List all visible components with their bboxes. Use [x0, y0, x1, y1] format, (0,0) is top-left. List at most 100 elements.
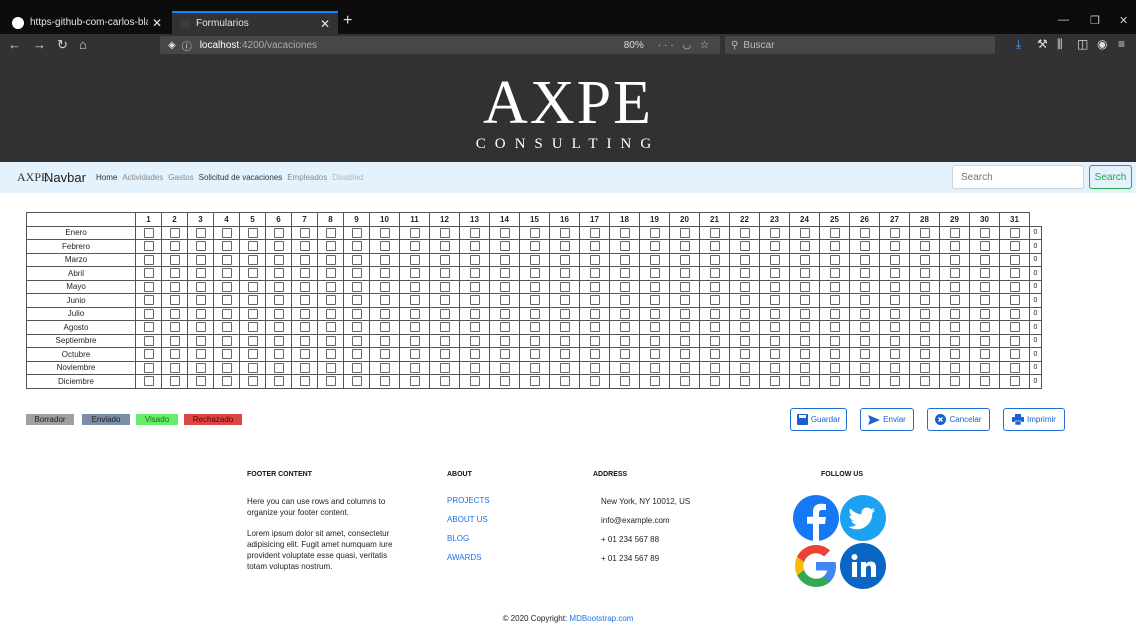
day-checkbox[interactable] — [273, 349, 284, 360]
day-checkbox[interactable] — [799, 349, 810, 360]
day-checkbox[interactable] — [769, 268, 780, 279]
day-checkbox[interactable] — [679, 227, 690, 238]
day-checkbox[interactable] — [769, 241, 780, 252]
day-checkbox[interactable] — [979, 281, 990, 292]
day-checkbox[interactable] — [889, 268, 900, 279]
day-checkbox[interactable] — [919, 376, 930, 387]
day-checkbox[interactable] — [649, 227, 660, 238]
day-checkbox[interactable] — [439, 241, 450, 252]
day-checkbox[interactable] — [769, 281, 780, 292]
day-checkbox[interactable] — [351, 362, 362, 373]
day-checkbox[interactable] — [889, 308, 900, 319]
day-checkbox[interactable] — [859, 241, 870, 252]
day-checkbox[interactable] — [589, 335, 600, 346]
day-checkbox[interactable] — [499, 376, 510, 387]
day-checkbox[interactable] — [1009, 308, 1020, 319]
day-checkbox[interactable] — [221, 268, 232, 279]
day-checkbox[interactable] — [469, 376, 480, 387]
send-button[interactable]: Enviar — [860, 408, 914, 431]
day-checkbox[interactable] — [325, 281, 336, 292]
day-checkbox[interactable] — [709, 308, 720, 319]
day-checkbox[interactable] — [469, 295, 480, 306]
day-checkbox[interactable] — [559, 349, 570, 360]
day-checkbox[interactable] — [499, 349, 510, 360]
page-actions-icon[interactable]: ··· ◡ ☆ — [658, 40, 712, 51]
day-checkbox[interactable] — [195, 281, 206, 292]
day-checkbox[interactable] — [169, 322, 180, 333]
reload-icon[interactable]: ↻ — [57, 37, 68, 53]
day-checkbox[interactable] — [351, 376, 362, 387]
day-checkbox[interactable] — [559, 254, 570, 265]
day-checkbox[interactable] — [979, 227, 990, 238]
day-checkbox[interactable] — [221, 241, 232, 252]
day-checkbox[interactable] — [679, 349, 690, 360]
day-checkbox[interactable] — [529, 335, 540, 346]
day-checkbox[interactable] — [589, 268, 600, 279]
day-checkbox[interactable] — [469, 281, 480, 292]
library-icon[interactable]: ⫼ — [1057, 37, 1063, 52]
day-checkbox[interactable] — [739, 295, 750, 306]
day-checkbox[interactable] — [439, 308, 450, 319]
day-checkbox[interactable] — [619, 376, 630, 387]
day-checkbox[interactable] — [273, 241, 284, 252]
day-checkbox[interactable] — [529, 362, 540, 373]
day-checkbox[interactable] — [439, 362, 450, 373]
day-checkbox[interactable] — [299, 281, 310, 292]
day-checkbox[interactable] — [529, 254, 540, 265]
day-checkbox[interactable] — [919, 227, 930, 238]
nav-link-0[interactable]: Home — [96, 173, 117, 182]
forward-icon[interactable]: → — [33, 37, 46, 52]
day-checkbox[interactable] — [979, 241, 990, 252]
day-checkbox[interactable] — [649, 241, 660, 252]
day-checkbox[interactable] — [299, 241, 310, 252]
day-checkbox[interactable] — [409, 376, 420, 387]
day-checkbox[interactable] — [589, 281, 600, 292]
day-checkbox[interactable] — [619, 322, 630, 333]
day-checkbox[interactable] — [679, 322, 690, 333]
day-checkbox[interactable] — [325, 362, 336, 373]
day-checkbox[interactable] — [979, 376, 990, 387]
day-checkbox[interactable] — [679, 376, 690, 387]
day-checkbox[interactable] — [829, 335, 840, 346]
day-checkbox[interactable] — [499, 254, 510, 265]
day-checkbox[interactable] — [919, 349, 930, 360]
day-checkbox[interactable] — [769, 335, 780, 346]
day-checkbox[interactable] — [949, 308, 960, 319]
cancel-button[interactable]: Cancelar — [927, 408, 990, 431]
day-checkbox[interactable] — [829, 281, 840, 292]
day-checkbox[interactable] — [325, 335, 336, 346]
day-checkbox[interactable] — [221, 335, 232, 346]
day-checkbox[interactable] — [499, 308, 510, 319]
day-checkbox[interactable] — [247, 308, 258, 319]
day-checkbox[interactable] — [889, 241, 900, 252]
day-checkbox[interactable] — [299, 376, 310, 387]
day-checkbox[interactable] — [195, 349, 206, 360]
day-checkbox[interactable] — [299, 335, 310, 346]
day-checkbox[interactable] — [949, 322, 960, 333]
day-checkbox[interactable] — [469, 254, 480, 265]
day-checkbox[interactable] — [169, 362, 180, 373]
day-checkbox[interactable] — [469, 362, 480, 373]
day-checkbox[interactable] — [529, 227, 540, 238]
day-checkbox[interactable] — [829, 322, 840, 333]
day-checkbox[interactable] — [919, 308, 930, 319]
day-checkbox[interactable] — [299, 308, 310, 319]
day-checkbox[interactable] — [589, 295, 600, 306]
day-checkbox[interactable] — [859, 335, 870, 346]
search-input[interactable] — [952, 165, 1084, 189]
day-checkbox[interactable] — [169, 268, 180, 279]
day-checkbox[interactable] — [559, 241, 570, 252]
day-checkbox[interactable] — [439, 349, 450, 360]
day-checkbox[interactable] — [273, 295, 284, 306]
day-checkbox[interactable] — [195, 241, 206, 252]
day-checkbox[interactable] — [559, 295, 570, 306]
day-checkbox[interactable] — [247, 227, 258, 238]
day-checkbox[interactable] — [299, 268, 310, 279]
day-checkbox[interactable] — [439, 376, 450, 387]
day-checkbox[interactable] — [949, 268, 960, 279]
day-checkbox[interactable] — [195, 335, 206, 346]
day-checkbox[interactable] — [379, 349, 390, 360]
day-checkbox[interactable] — [169, 335, 180, 346]
day-checkbox[interactable] — [439, 295, 450, 306]
day-checkbox[interactable] — [221, 227, 232, 238]
